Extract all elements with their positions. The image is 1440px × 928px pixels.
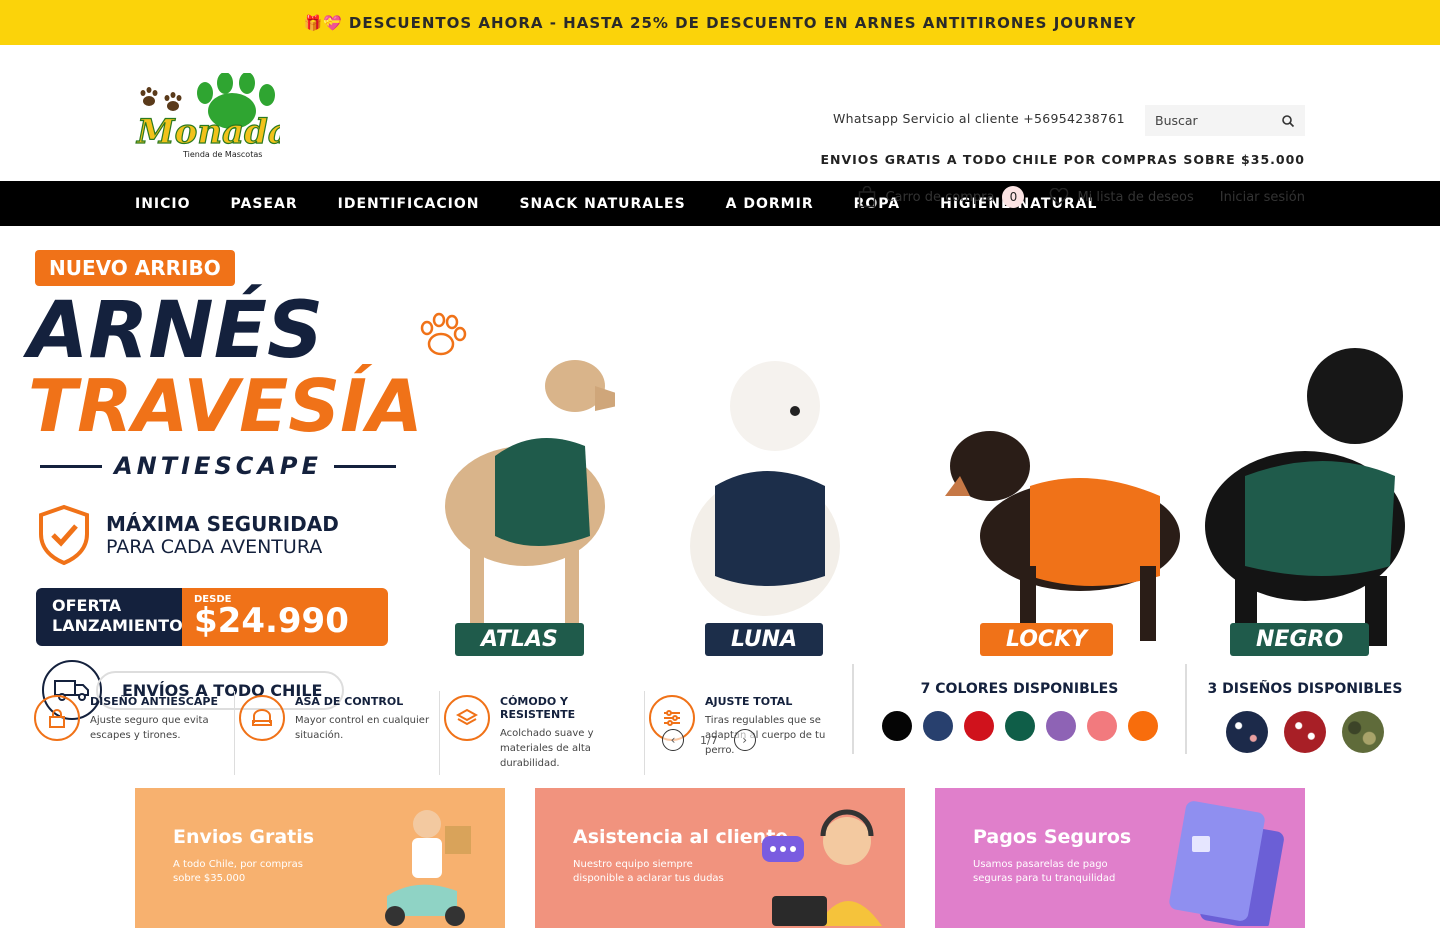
divider-line xyxy=(40,464,103,468)
new-arrival-badge: NUEVO ARRIBO xyxy=(35,250,235,286)
dog-name-negro: NEGRO xyxy=(1230,623,1370,656)
dog-image-luna xyxy=(690,361,840,616)
site-header: Monadas Tienda de Mascotas Whatsapp Serv… xyxy=(0,45,1440,208)
gift-icon: 🎁💝 xyxy=(303,13,343,32)
offer-desde: DESDE xyxy=(194,594,232,605)
logo[interactable]: Monadas Tienda de Mascotas xyxy=(135,72,310,163)
feature-title: CÓMODO Y RESISTENTE xyxy=(500,695,576,721)
hero-title-arnes: ARNÉS xyxy=(28,286,324,376)
designs-title: 3 DISEÑOS DISPONIBLES xyxy=(1207,681,1403,697)
design-swatch xyxy=(1342,711,1384,753)
cart-link[interactable]: Carro de compra 0 xyxy=(858,186,1025,208)
security-title: MÁXIMA SEGURIDAD xyxy=(106,512,339,536)
hero-title-travesia: TRAVESÍA xyxy=(28,364,423,448)
whatsapp-contact[interactable]: Whatsapp Servicio al cliente +5695423876… xyxy=(833,111,1125,126)
promo-desc: A todo Chile, por compras sobre $35.000 xyxy=(173,859,303,884)
nav-item-snack-naturales[interactable]: SNACK NATURALES xyxy=(519,196,685,212)
heart-icon xyxy=(1050,188,1069,205)
color-swatch xyxy=(1004,711,1035,741)
promo-cards: Envios Gratis A todo Chile, por compras … xyxy=(135,788,1305,928)
svg-text:Monadas: Monadas xyxy=(136,112,280,152)
feature-desc: Ajuste seguro que evita escapes y tirone… xyxy=(90,715,209,741)
dog-name-locky: LOCKY xyxy=(980,623,1114,656)
dog-image-atlas xyxy=(445,360,615,646)
color-swatch xyxy=(881,711,912,741)
search-input[interactable] xyxy=(1155,113,1275,128)
feature-title: ASA DE CONTROL xyxy=(295,695,404,708)
dog-name-atlas: ATLAS xyxy=(455,623,584,656)
svg-text:Tienda de Mascotas: Tienda de Mascotas xyxy=(182,150,262,159)
layers-icon xyxy=(444,695,490,741)
nav-item-inicio[interactable]: INICIO xyxy=(135,196,191,212)
feature-item: DISEÑO ANTIESCAPE Ajuste seguro que evita… xyxy=(30,691,235,775)
feature-title: DISEÑO ANTIESCAPE xyxy=(90,695,218,708)
nav-item-a-dormir[interactable]: A DORMIR xyxy=(726,196,814,212)
promo-desc: Nuestro equipo siempre disponible a acla… xyxy=(573,859,724,884)
launch-offer: OFERTA LANZAMIENTO DESDE $24.990 xyxy=(36,588,388,646)
cart-count-badge: 0 xyxy=(1002,186,1025,208)
color-swatch xyxy=(963,711,994,741)
search-icon[interactable] xyxy=(1281,114,1295,128)
shield-check-icon xyxy=(39,504,89,566)
announcement-bar[interactable]: 🎁💝 DESCUENTOS AHORA - HASTA 25% DE DESCU… xyxy=(0,0,1440,45)
support-agent-icon xyxy=(762,809,882,926)
cart-label: Carro de compra xyxy=(885,189,995,205)
header-utilities: Carro de compra 0 Mi lista de deseos Ini… xyxy=(858,186,1305,208)
feature-item: CÓMODO Y RESISTENTE Acolchado suave y mat… xyxy=(440,691,645,775)
offer-label: OFERTA LANZAMIENTO xyxy=(36,588,183,646)
shipping-note: ENVIOS GRATIS A TODO CHILE POR COMPRAS S… xyxy=(820,152,1305,167)
credit-card-icon xyxy=(1169,801,1284,926)
login-label: Iniciar sesión xyxy=(1219,189,1305,205)
divider-line xyxy=(333,464,396,468)
slider-prev-icon[interactable]: ‹ xyxy=(662,729,684,751)
colors-title: 7 COLORES DISPONIBLES xyxy=(920,681,1119,697)
feature-item: ASA DE CONTROL Mayor control en cualquier… xyxy=(235,691,440,775)
slider-controls: ‹ 1/7 › xyxy=(662,729,756,751)
color-swatch xyxy=(1045,711,1076,741)
nav-item-identificacion[interactable]: IDENTIFICACION xyxy=(338,196,480,212)
slider-next-icon[interactable]: › xyxy=(733,729,756,751)
search-box[interactable] xyxy=(1145,105,1305,136)
design-swatch xyxy=(1284,711,1326,753)
design-swatch xyxy=(1226,711,1268,753)
promo-desc: Usamos pasarelas de pago seguras para tu… xyxy=(973,859,1116,884)
dog-image-locky xyxy=(945,431,1180,641)
antiescape-label: ANTIESCAPE xyxy=(114,452,322,480)
hero-banner[interactable]: NUEVO ARRIBO ARNÉS TRAVESÍA ANTIESCAPE M… xyxy=(0,226,1440,776)
promo-card-pagos[interactable]: Pagos Seguros Usamos pasarelas de pago s… xyxy=(935,788,1305,928)
slide-counter: 1/7 xyxy=(700,733,718,747)
designs-available: 3 DISEÑOS DISPONIBLES xyxy=(1190,664,1420,753)
promo-card-envios[interactable]: Envios Gratis A todo Chile, por compras … xyxy=(135,788,505,928)
announcement-text: DESCUENTOS AHORA - HASTA 25% DE DESCUENT… xyxy=(348,13,1137,32)
feature-desc: Acolchado suave y materiales de alta dur… xyxy=(500,728,594,769)
color-swatch xyxy=(1086,711,1117,741)
wishlist-label: Mi lista de deseos xyxy=(1077,189,1194,205)
feature-desc: Mayor control en cualquier situación. xyxy=(295,715,430,741)
hero-text-block: NUEVO ARRIBO ARNÉS TRAVESÍA ANTIESCAPE M… xyxy=(28,250,423,720)
handle-icon xyxy=(239,695,285,741)
color-swatch xyxy=(1127,711,1158,741)
lock-icon xyxy=(34,695,80,741)
colors-available: 7 COLORES DISPONIBLES xyxy=(852,664,1187,754)
feature-title: AJUSTE TOTAL xyxy=(705,695,793,708)
scooter-delivery-icon xyxy=(385,810,471,926)
dog-gallery: ATLAS LUNA LOCKY NEGRO xyxy=(415,256,1415,656)
security-claim: MÁXIMA SEGURIDAD PARA CADA AVENTURA xyxy=(28,504,408,566)
dog-name-luna: LUNA xyxy=(705,623,824,656)
wishlist-link[interactable]: Mi lista de deseos xyxy=(1049,188,1194,206)
hero-title-antiescape: ANTIESCAPE xyxy=(28,452,408,480)
shopping-bag-icon xyxy=(859,186,876,208)
color-swatch xyxy=(922,711,953,741)
login-link[interactable]: Iniciar sesión xyxy=(1220,190,1305,205)
offer-price: $24.990 xyxy=(194,601,349,641)
promo-card-asistencia[interactable]: Asistencia al cliente Nuestro equipo sie… xyxy=(535,788,905,928)
nav-item-pasear[interactable]: PASEAR xyxy=(231,196,298,212)
security-subtitle: PARA CADA AVENTURA xyxy=(106,536,323,558)
dog-image-negro xyxy=(1205,348,1405,646)
